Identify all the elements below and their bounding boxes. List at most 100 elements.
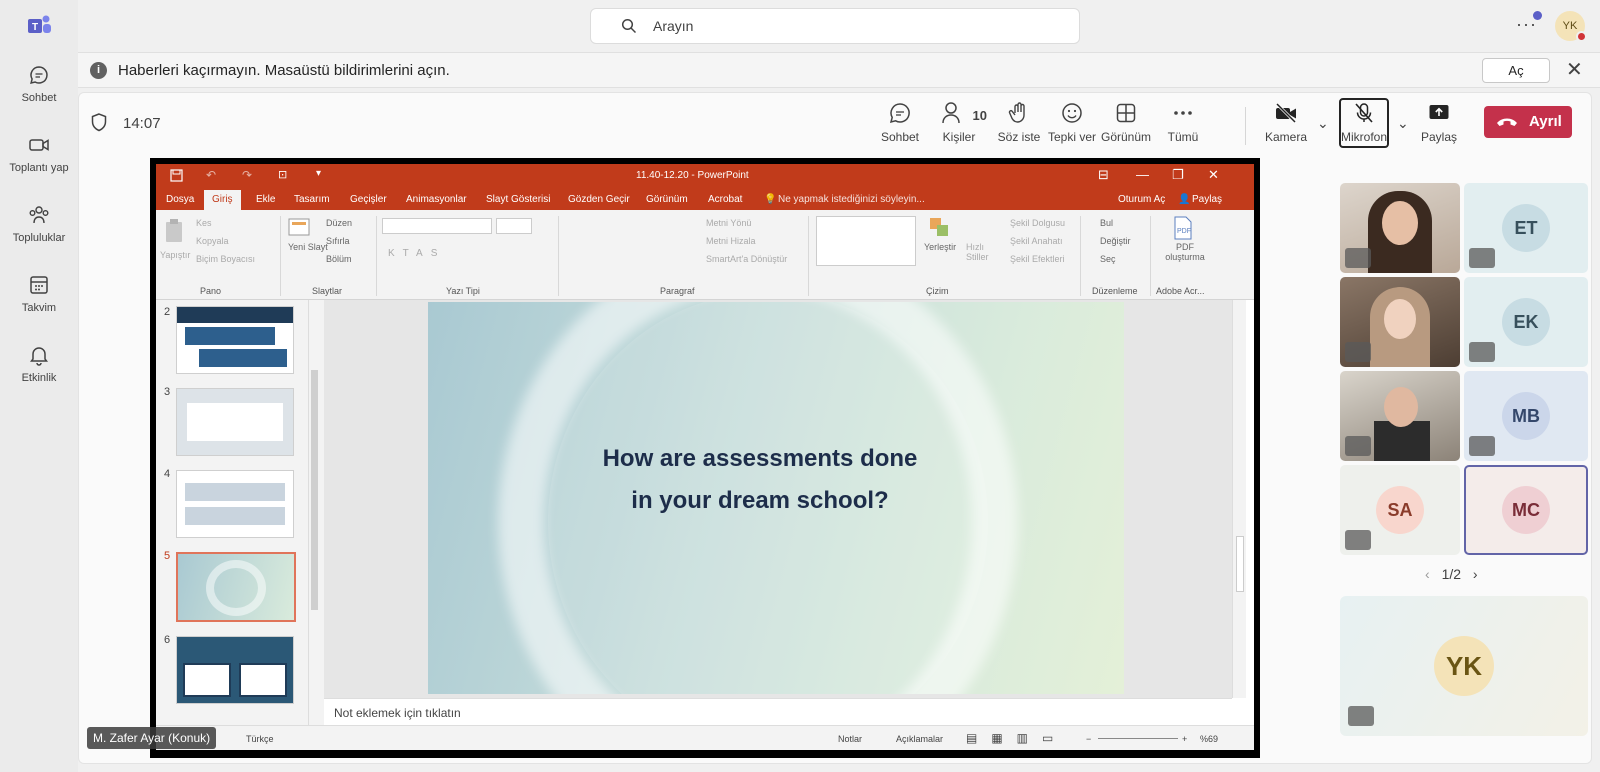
mic-off-icon (1469, 342, 1495, 362)
slide-thumbnail (176, 470, 294, 538)
copy-label: Kopyala (196, 236, 229, 246)
redo-icon: ↷ (242, 168, 253, 182)
react-button[interactable]: Tepki ver (1045, 101, 1099, 144)
find-label: Bul (1100, 218, 1114, 228)
font-size-field (496, 218, 532, 234)
gallery-pager: ‹ 1/2 › (1425, 566, 1478, 582)
slide-thumbnail-selected (176, 552, 296, 622)
layout-label: Düzen (326, 218, 353, 228)
minimize-icon: — (1136, 167, 1149, 182)
slide-title-line: in your dream school? (631, 487, 889, 514)
status-badge (1576, 31, 1587, 42)
participant-tile[interactable]: ET (1464, 183, 1588, 273)
calendar-icon (30, 276, 48, 294)
divider (1080, 216, 1081, 296)
mic-off-icon (1345, 248, 1371, 268)
arrange-icon (930, 218, 948, 236)
raise-hand-label: Söz iste (997, 130, 1041, 144)
group-label: Çizim (926, 286, 949, 296)
quick-styles-label: Hızlı Stiller (966, 242, 989, 262)
close-icon: ✕ (1208, 167, 1219, 182)
divider (558, 216, 559, 296)
participant-tile[interactable] (1340, 277, 1460, 367)
shape-fill-label: Şekil Dolgusu (1010, 218, 1066, 228)
chevron-right-icon[interactable]: › (1473, 566, 1478, 582)
notification-text: Haberleri kaçırmayın. Masaüstü bildiriml… (118, 62, 450, 79)
notes-toggle: Notlar (838, 734, 863, 744)
shield-icon[interactable] (91, 113, 107, 132)
format-painter-label: Biçim Boyacısı (196, 254, 256, 264)
slide-number: 4 (164, 468, 171, 480)
presenter-name: M. Zafer Ayar (Konuk) (87, 727, 217, 749)
enable-notifications-button[interactable]: Aç (1482, 58, 1550, 83)
more-button[interactable]: Tümü (1161, 101, 1205, 144)
people-label: Kişiler (942, 130, 976, 144)
video-icon (29, 139, 49, 151)
current-slide: How are assessments done in your dream s… (428, 302, 1124, 694)
slide-thumbnail-pane: 2 3 4 5 6 (156, 300, 324, 725)
leave-label: Ayrıl (1529, 113, 1562, 130)
self-view-tile[interactable]: YK (1340, 596, 1588, 736)
ribbon-options-icon: ⊟ (1098, 167, 1109, 182)
chevron-left-icon[interactable]: ‹ (1425, 566, 1430, 582)
window-title: 11.40-12.20 - PowerPoint (636, 170, 749, 181)
raise-hand-button[interactable]: Söz iste (991, 101, 1047, 144)
rail-item-communities[interactable]: Topluluklar (0, 204, 78, 244)
person-icon (942, 102, 960, 124)
participant-tile[interactable]: SA (1340, 465, 1460, 555)
chat-button[interactable]: Sohbet (875, 101, 925, 144)
rail-item-activity[interactable]: Etkinlik (0, 344, 78, 384)
chevron-down-icon[interactable]: ⌄ (1397, 115, 1409, 132)
search-placeholder: Arayın (653, 18, 694, 34)
mic-button[interactable]: Mikrofon (1339, 101, 1389, 144)
notes-placeholder: Not eklemek için tıklatın (334, 706, 461, 720)
pdf-icon: PDF (1174, 216, 1192, 240)
notification-banner: i Haberleri kaçırmayın. Masaüstü bildiri… (78, 52, 1600, 88)
group-label: Pano (200, 286, 222, 296)
language-status: Türkçe (246, 734, 274, 744)
participant-tile[interactable]: MB (1464, 371, 1588, 461)
tab-home: Giriş (204, 190, 241, 210)
zoom-out-icon: − (1086, 734, 1092, 744)
font-name-field (382, 218, 492, 234)
slide-thumbnail (176, 636, 294, 704)
search-input[interactable]: Arayın (590, 8, 1080, 44)
cut-label: Kes (196, 218, 212, 228)
bell-icon (30, 347, 48, 366)
group-label: Düzenleme (1092, 286, 1138, 296)
layout-icon (1116, 103, 1136, 123)
rail-item-chat[interactable]: Sohbet (0, 64, 78, 104)
slide-title: How are assessments done in your dream s… (428, 438, 1092, 522)
close-icon[interactable]: ✕ (1566, 57, 1583, 82)
rail-item-calendar[interactable]: Takvim (0, 274, 78, 314)
slide-thumbnail (176, 388, 294, 456)
meeting-timer: 14:07 (123, 115, 161, 132)
smartart-label: SmartArt'a Dönüştür (706, 254, 788, 264)
view-button[interactable]: Görünüm (1099, 101, 1153, 144)
participant-tile[interactable] (1340, 183, 1460, 273)
participant-tile[interactable]: EK (1464, 277, 1588, 367)
tell-me-search: Ne yapmak istediğinizi söyleyin... (778, 194, 925, 205)
new-slide-icon (288, 218, 310, 236)
participant-tile[interactable] (1340, 371, 1460, 461)
shape-outline-label: Şekil Anahatı (1010, 236, 1063, 246)
rail-item-label: Takvim (21, 302, 57, 314)
group-label: Yazı Tipi (446, 286, 480, 296)
paste-label: Yapıştır (160, 250, 191, 260)
search-icon (621, 18, 637, 34)
chat-icon (889, 103, 910, 124)
phone-hangup-icon (1497, 118, 1517, 126)
participant-tile-active[interactable]: MC (1464, 465, 1588, 555)
tab-transitions: Geçişler (350, 194, 387, 205)
svg-text:T: T (32, 22, 38, 33)
teams-logo-icon[interactable]: T (28, 14, 52, 36)
chevron-down-icon[interactable]: ⌄ (1317, 115, 1329, 132)
slide-number: 3 (164, 386, 171, 398)
rail-item-label: Sohbet (21, 92, 57, 104)
tab-insert: Ekle (256, 194, 276, 205)
share-button[interactable]: Paylaş (1414, 101, 1464, 144)
camera-button[interactable]: Kamera (1261, 101, 1311, 144)
rail-item-meet[interactable]: Toplantı yap (0, 134, 78, 174)
leave-button[interactable]: Ayrıl (1484, 106, 1572, 138)
people-button[interactable]: 10 Kişiler (931, 101, 987, 144)
